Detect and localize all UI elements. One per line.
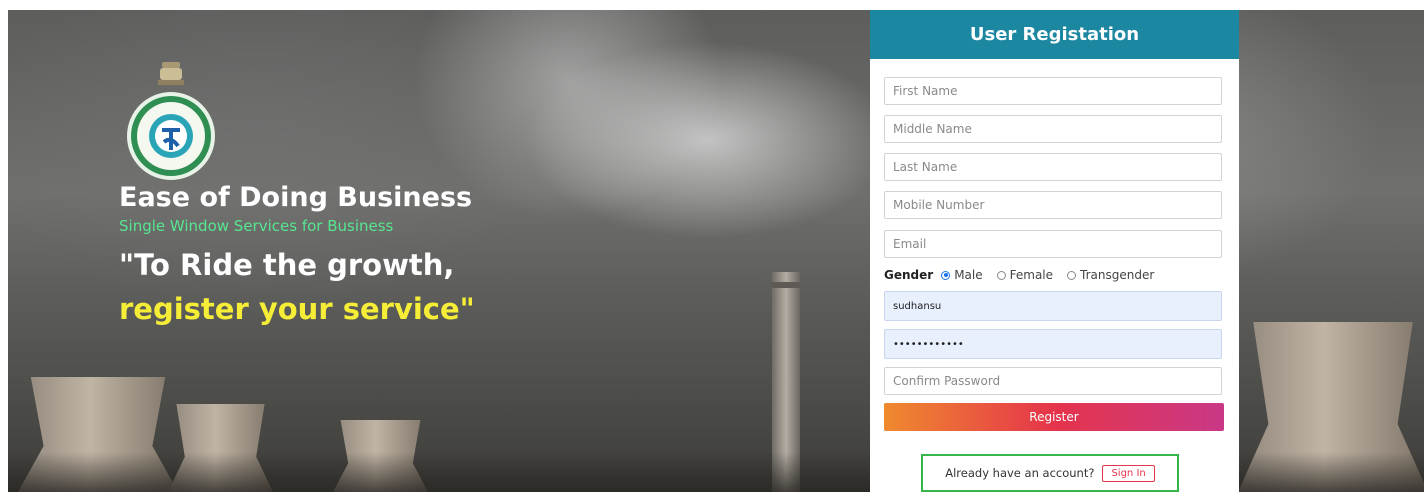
tagline-line-1: "To Ride the growth, — [119, 248, 455, 282]
gender-option-transgender[interactable]: Transgender — [1067, 268, 1154, 282]
registration-panel: User Registation Gender Male Female Tran… — [870, 10, 1239, 492]
gender-option-male[interactable]: Male — [941, 268, 983, 282]
username-input[interactable] — [884, 291, 1222, 321]
middle-name-input[interactable] — [884, 115, 1222, 143]
west-bengal-emblem-icon — [127, 62, 215, 180]
first-name-input[interactable] — [884, 77, 1222, 105]
mobile-number-input[interactable] — [884, 191, 1222, 219]
gender-option-female[interactable]: Female — [996, 268, 1053, 282]
password-input[interactable] — [884, 329, 1222, 359]
brand-title: Ease of Doing Business — [119, 182, 473, 213]
radio-icon[interactable] — [996, 270, 1006, 280]
gender-group: Gender Male Female Transgender — [884, 266, 1168, 284]
signin-prompt-box: Already have an account? Sign In — [921, 454, 1179, 492]
sign-in-button[interactable]: Sign In — [1102, 464, 1155, 482]
last-name-input[interactable] — [884, 153, 1222, 181]
radio-icon[interactable] — [1067, 270, 1077, 280]
email-input[interactable] — [884, 230, 1222, 258]
confirm-password-input[interactable] — [884, 367, 1222, 395]
radio-checked-icon[interactable] — [941, 270, 951, 280]
gender-label: Gender — [884, 268, 934, 282]
tagline-line-2: register your service" — [119, 292, 475, 326]
brand-subtitle: Single Window Services for Business — [119, 217, 394, 235]
registration-header: User Registation — [870, 10, 1239, 59]
register-button[interactable]: Register — [884, 403, 1224, 431]
signin-prompt-text: Already have an account? — [945, 466, 1095, 480]
